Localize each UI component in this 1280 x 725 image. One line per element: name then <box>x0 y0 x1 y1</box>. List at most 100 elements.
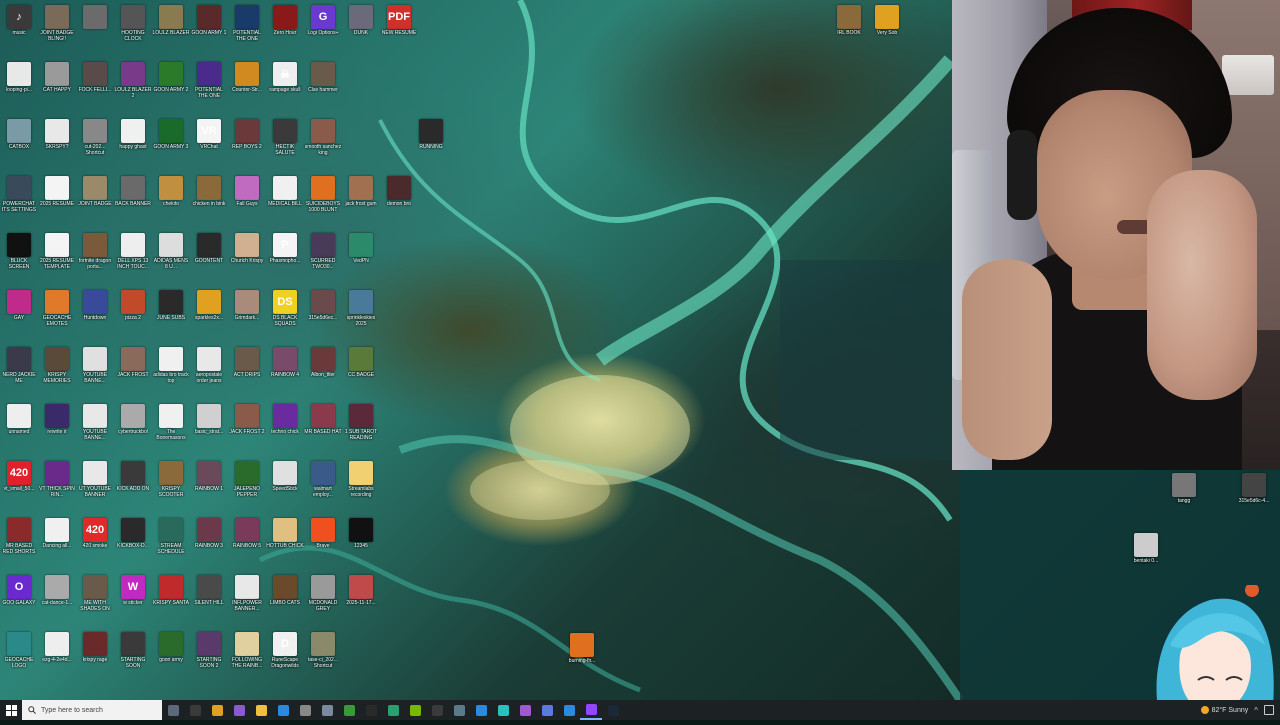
taskbar-vtube-button[interactable] <box>514 700 536 720</box>
desktop-icon[interactable]: Brave <box>304 515 342 567</box>
taskbar-nvidia-button[interactable] <box>404 700 426 720</box>
desktop-icon[interactable]: fortnite dragon porta... <box>76 230 114 282</box>
desktop-icon[interactable]: bentaki 0... <box>1127 530 1165 582</box>
desktop-icon[interactable]: chicken in bink <box>190 173 228 225</box>
desktop-icon[interactable]: Zero Hour <box>266 2 304 54</box>
desktop-icon[interactable]: KRISPY MEMORIES <box>38 344 76 396</box>
desktop-icon[interactable]: GOON ARMY 1 <box>190 2 228 54</box>
desktop-icon[interactable]: RAINBOW 4 <box>266 344 304 396</box>
desktop-icon[interactable]: 1 SUB TAROT READING <box>342 401 380 453</box>
desktop-icon[interactable]: PDF NEW RESUME <box>380 2 418 54</box>
desktop-icon[interactable]: cut-202... Shortcut <box>76 116 114 168</box>
desktop-icon[interactable]: krispy rage <box>76 629 114 681</box>
desktop-icon[interactable]: FOLLOWING THE RAINB... <box>228 629 266 681</box>
desktop-icon[interactable]: Huntdown <box>76 287 114 339</box>
chevron-up-icon[interactable]: ^ <box>1254 706 1258 715</box>
desktop-icon[interactable]: JOINT BADGE BLING!! <box>38 2 76 54</box>
desktop-icon[interactable]: VR VRChat <box>190 116 228 168</box>
desktop-icon[interactable]: 315e5d6c-4... <box>1235 470 1273 522</box>
desktop-icon[interactable]: DUNK <box>342 2 380 54</box>
taskbar-notepad-button[interactable] <box>338 700 360 720</box>
desktop-icon[interactable]: RUNNING <box>412 116 450 168</box>
desktop-icon[interactable]: sparkles2x... <box>190 287 228 339</box>
desktop-icon[interactable]: pizza 2 <box>114 287 152 339</box>
desktop-icon[interactable]: STREAM SCHEDULE <box>152 515 190 567</box>
desktop-icon[interactable]: Streamlabs recording <box>342 458 380 510</box>
desktop-icon[interactable]: The Bonemasons <box>152 401 190 453</box>
taskbar-notes-button[interactable] <box>470 700 492 720</box>
desktop-icon[interactable]: happy ghast <box>114 116 152 168</box>
desktop-icon[interactable]: POWERCHAT ITS SETTINGS <box>0 173 38 225</box>
desktop-icon[interactable]: tangg <box>1165 470 1203 522</box>
desktop-icon[interactable]: KRISPY SANTA <box>152 572 190 624</box>
desktop-icon[interactable]: 2025 RESUME TEMPLATE <box>38 230 76 282</box>
desktop-icon[interactable]: ACT DRIPS <box>228 344 266 396</box>
desktop-icon[interactable]: JUNE SUBS <box>152 287 190 339</box>
desktop-icon[interactable]: HECTIK SALUTE <box>266 116 304 168</box>
taskbar-obs-studio-button[interactable] <box>294 700 316 720</box>
desktop-icon[interactable]: SCURRED TWO30... <box>304 230 342 282</box>
desktop-icon[interactable]: Counter-Str... <box>228 59 266 111</box>
desktop-icon[interactable]: MR BASED HAT <box>304 401 342 453</box>
desktop-icon[interactable]: GEOCACHE EMOTES <box>38 287 76 339</box>
desktop-icon[interactable]: IRL BOOK <box>830 2 868 54</box>
desktop-icon[interactable]: JACK FROST 2 <box>228 401 266 453</box>
desktop-icon[interactable]: RAINBOW 1 <box>190 458 228 510</box>
desktop-icon[interactable]: VedPN <box>342 230 380 282</box>
desktop-icon[interactable]: SILENT HILL <box>190 572 228 624</box>
taskbar-chrome-button[interactable] <box>206 700 228 720</box>
desktop-icon[interactable]: P Phasmopho... <box>266 230 304 282</box>
desktop-icon[interactable]: walmart employ... <box>304 458 342 510</box>
desktop-icon[interactable]: Churich Krispy <box>228 230 266 282</box>
desktop-icon[interactable]: SpeedStick <box>266 458 304 510</box>
desktop-icon[interactable]: burning-fir... <box>563 630 601 682</box>
desktop-icon[interactable]: CAT HAPPY <box>38 59 76 111</box>
desktop-icon[interactable]: goon army <box>152 629 190 681</box>
desktop-icon[interactable]: KICK ADD ON <box>114 458 152 510</box>
desktop-icon[interactable]: SUICIDEBOYS 1000 BLUNT <box>304 173 342 225</box>
desktop-icon[interactable]: sprinkleskies 2025 <box>342 287 380 339</box>
desktop-icon[interactable]: SKRSPY? <box>38 116 76 168</box>
desktop-icon[interactable]: CC BADGE <box>342 344 380 396</box>
desktop-icon[interactable]: Dancing all... <box>38 515 76 567</box>
desktop-icon[interactable]: DS DS BLACK SQUADS <box>266 287 304 339</box>
taskbar-app-dark-button[interactable] <box>360 700 382 720</box>
desktop-icon[interactable]: Albon_ttler <box>304 344 342 396</box>
desktop-icon[interactable]: HOTTUB CHICK <box>266 515 304 567</box>
desktop-icon[interactable]: 315e5d6ec... <box>304 287 342 339</box>
desktop-icon[interactable]: Clav hammer <box>304 59 342 111</box>
desktop-icon[interactable]: Fall Guys <box>228 173 266 225</box>
desktop-icon[interactable]: REP BOYS 2 <box>228 116 266 168</box>
desktop-icon[interactable]: chekito <box>152 173 190 225</box>
desktop-icon[interactable]: cat-dance-1... <box>38 572 76 624</box>
desktop-icon[interactable]: MEDICAL BILL <box>266 173 304 225</box>
desktop-icon[interactable]: smooth sanchez king <box>304 116 342 168</box>
desktop-icon[interactable]: STARTING SOON 2 <box>190 629 228 681</box>
desktop-icon[interactable]: RAINBOW 3 <box>190 515 228 567</box>
desktop-icon[interactable]: LIMBO CATS <box>266 572 304 624</box>
taskbar-files-button[interactable] <box>250 700 272 720</box>
desktop-icon[interactable]: KRISPY SCOOTER <box>152 458 190 510</box>
desktop-icon[interactable]: GOON ARMY 2 <box>152 59 190 111</box>
desktop-icon[interactable]: 420 420 smoke <box>76 515 114 567</box>
desktop-icon[interactable]: CATBOX <box>0 116 38 168</box>
desktop-icon[interactable]: RAINBOW 5 <box>228 515 266 567</box>
desktop-icon[interactable] <box>76 2 114 54</box>
desktop-icon[interactable]: unnamed <box>0 401 38 453</box>
desktop-icon[interactable]: tase-ci_202... Shortcut <box>304 629 342 681</box>
desktop-icon[interactable]: O GOO GALAXY <box>0 572 38 624</box>
desktop-icon[interactable]: cybertruckbol <box>114 401 152 453</box>
desktop-icon[interactable]: ADIDAS MENS 8 U... <box>152 230 190 282</box>
desktop-icon[interactable]: JACK FROST <box>114 344 152 396</box>
desktop-icon[interactable]: basic_strat... <box>190 401 228 453</box>
notification-icon[interactable] <box>1264 705 1274 715</box>
desktop-icon[interactable]: 12345 <box>342 515 380 567</box>
desktop-icon[interactable]: INFLPOWER BANNER... <box>228 572 266 624</box>
desktop-icon[interactable]: 420 vt_small_50... <box>0 458 38 510</box>
desktop-icon[interactable]: Grimdark... <box>228 287 266 339</box>
desktop-icon[interactable]: JALEPENO PEPPER <box>228 458 266 510</box>
desktop-icon[interactable]: LOULZ BLAZER 2 <box>114 59 152 111</box>
taskbar-steam-2-button[interactable] <box>602 700 624 720</box>
desktop-icon[interactable]: GAY <box>0 287 38 339</box>
desktop-icon[interactable]: BACK BANNER <box>114 173 152 225</box>
